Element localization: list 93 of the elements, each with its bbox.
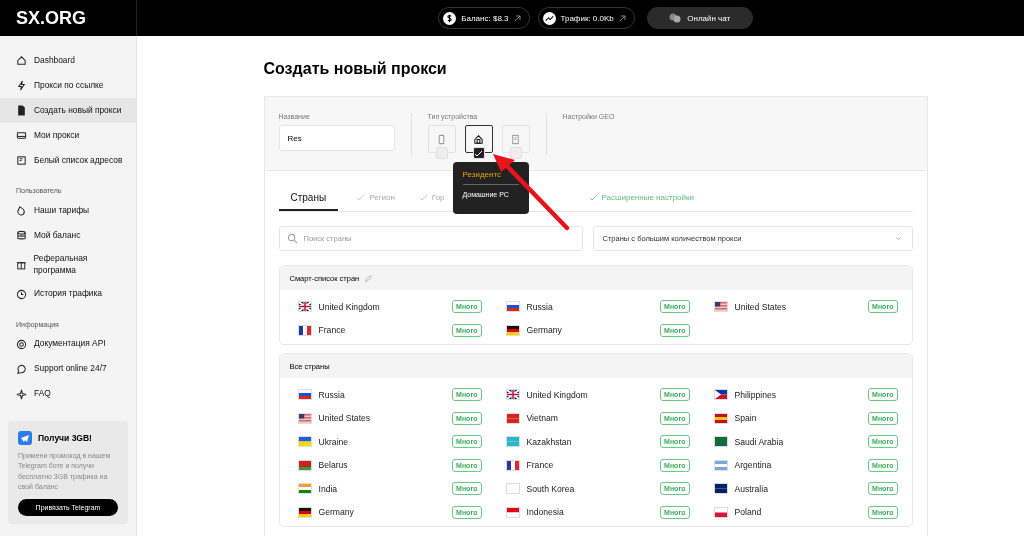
flag-icon [713,506,728,518]
country-name[interactable]: France [318,325,446,336]
check-icon [474,149,483,157]
flag-icon [713,389,728,401]
check-icon [588,193,598,201]
sidebar-item[interactable]: Документация API [0,331,136,357]
flag-icon [505,412,520,424]
flag-icon [505,436,520,448]
flag-icon [505,301,520,313]
flag-icon [505,459,520,471]
sidebar-item[interactable]: Прокси по ссылке [0,73,136,98]
sidebar-item[interactable]: Белый список адресов [0,148,136,173]
country-name[interactable]: South Korea [526,483,654,494]
external-arrow-icon [513,14,521,22]
country-name[interactable]: United Kingdom [526,389,654,400]
tab[interactable]: Страны [278,185,339,211]
country-name[interactable]: Germany [526,325,654,336]
flag-icon [713,483,728,495]
dollar-icon [443,11,457,25]
country-name[interactable]: Argentina [734,460,862,471]
country-name[interactable]: Philippines [734,389,862,400]
flag-icon [713,301,728,313]
flag-icon [297,459,312,471]
online-chat-button[interactable]: Онлайн чат [646,7,753,29]
sidebar-item[interactable]: Support online 24/7 [0,356,136,382]
sidebar-item[interactable]: FAQ [0,381,136,407]
document-icon [16,105,27,116]
flag-icon [505,483,520,495]
country-name[interactable]: Kazakhstan [526,436,654,447]
country-name[interactable]: Spain [734,413,862,424]
country-name[interactable]: Australia [734,483,862,494]
selection-checkbox[interactable] [472,147,485,159]
sidebar-item[interactable]: Dashboard [0,48,136,73]
chat-icon [16,363,27,375]
country-name[interactable]: Russia [318,389,446,400]
country-name[interactable]: Saudi Arabia [734,436,862,447]
flame-icon [16,205,27,216]
country-name[interactable]: France [526,460,654,471]
search-icon [286,233,298,244]
country-name[interactable]: Russia [526,301,654,312]
flag-icon [713,412,728,424]
country-name[interactable]: Poland [734,507,862,518]
country-name[interactable]: United Kingdom [318,301,446,312]
name-input[interactable]: Res [278,125,395,151]
selection-checkbox[interactable] [509,147,522,159]
flag-icon [713,459,728,471]
sidebar-item[interactable]: Создать новый прокси [0,98,136,123]
flag-icon [297,389,312,401]
country-name[interactable]: India [318,483,446,494]
flag-icon [297,324,312,336]
sidebar-item[interactable]: Мои прокси [0,123,136,148]
trend-icon [542,11,556,25]
flag-icon [505,506,520,518]
promo-title: Получи 3GB! [38,432,92,443]
house-icon [473,133,484,145]
sidebar-item[interactable]: Мой баланс [0,223,136,248]
chevron-down-icon [893,234,903,243]
clock-icon [16,288,27,300]
country-name[interactable]: Vietnam [526,413,654,424]
flag-icon [505,324,520,336]
country-name[interactable]: United States [734,301,862,312]
home-icon [16,55,27,66]
country-name[interactable]: Belarus [318,460,446,471]
building-icon [510,133,521,145]
page-title: Создать новый прокси [263,60,448,78]
pencil-icon [364,273,374,283]
chat-bubbles-icon [669,13,682,23]
check-icon [356,193,366,201]
telegram-icon [18,430,32,445]
drive-icon [16,130,27,141]
phone-icon [436,133,447,145]
database-icon [16,230,27,241]
external-arrow-icon [618,14,626,22]
flag-icon [297,436,312,448]
target-icon [16,338,27,350]
sidebar-item[interactable]: Наши тарифы [0,198,136,223]
device-type-button[interactable] [464,125,493,153]
sidebar-item[interactable]: История трафика [0,281,136,307]
country-name[interactable]: United States [318,413,446,424]
flag-icon [297,412,312,424]
bolt-icon [16,80,27,91]
country-name[interactable]: Ukraine [318,436,446,447]
flag-icon [297,301,312,313]
flag-icon [297,506,312,518]
country-name[interactable]: Indonesia [526,507,654,518]
country-name[interactable]: Germany [318,507,446,518]
list-icon [16,155,27,166]
flag-icon [505,389,520,401]
sidebar-item[interactable]: Реферальная программа [0,248,136,282]
flag-icon [713,436,728,448]
flag-icon [297,483,312,495]
sparkle-icon [16,388,27,400]
check-icon [418,193,428,201]
